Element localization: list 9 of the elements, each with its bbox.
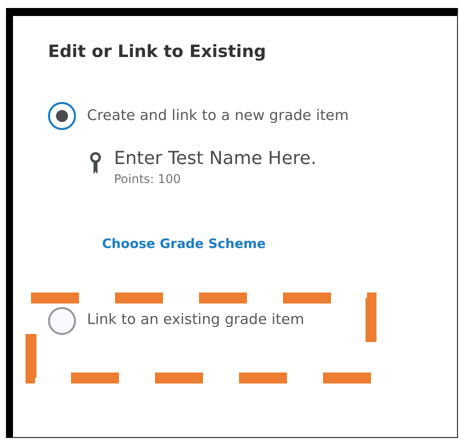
radio-label[interactable]: Link to an existing grade item xyxy=(87,310,304,332)
choose-grade-scheme-link[interactable]: Choose Grade Scheme xyxy=(102,234,266,254)
radio-label[interactable]: Create and link to a new grade item xyxy=(87,106,349,128)
points-text: Points: 100 xyxy=(114,170,182,188)
radio-button[interactable] xyxy=(48,306,76,335)
panel-title: Edit or Link to Existing xyxy=(48,42,268,62)
grade-item-name: Enter Test Name Here. xyxy=(114,148,316,170)
radio-button[interactable] xyxy=(48,102,76,130)
award-icon xyxy=(90,152,101,176)
